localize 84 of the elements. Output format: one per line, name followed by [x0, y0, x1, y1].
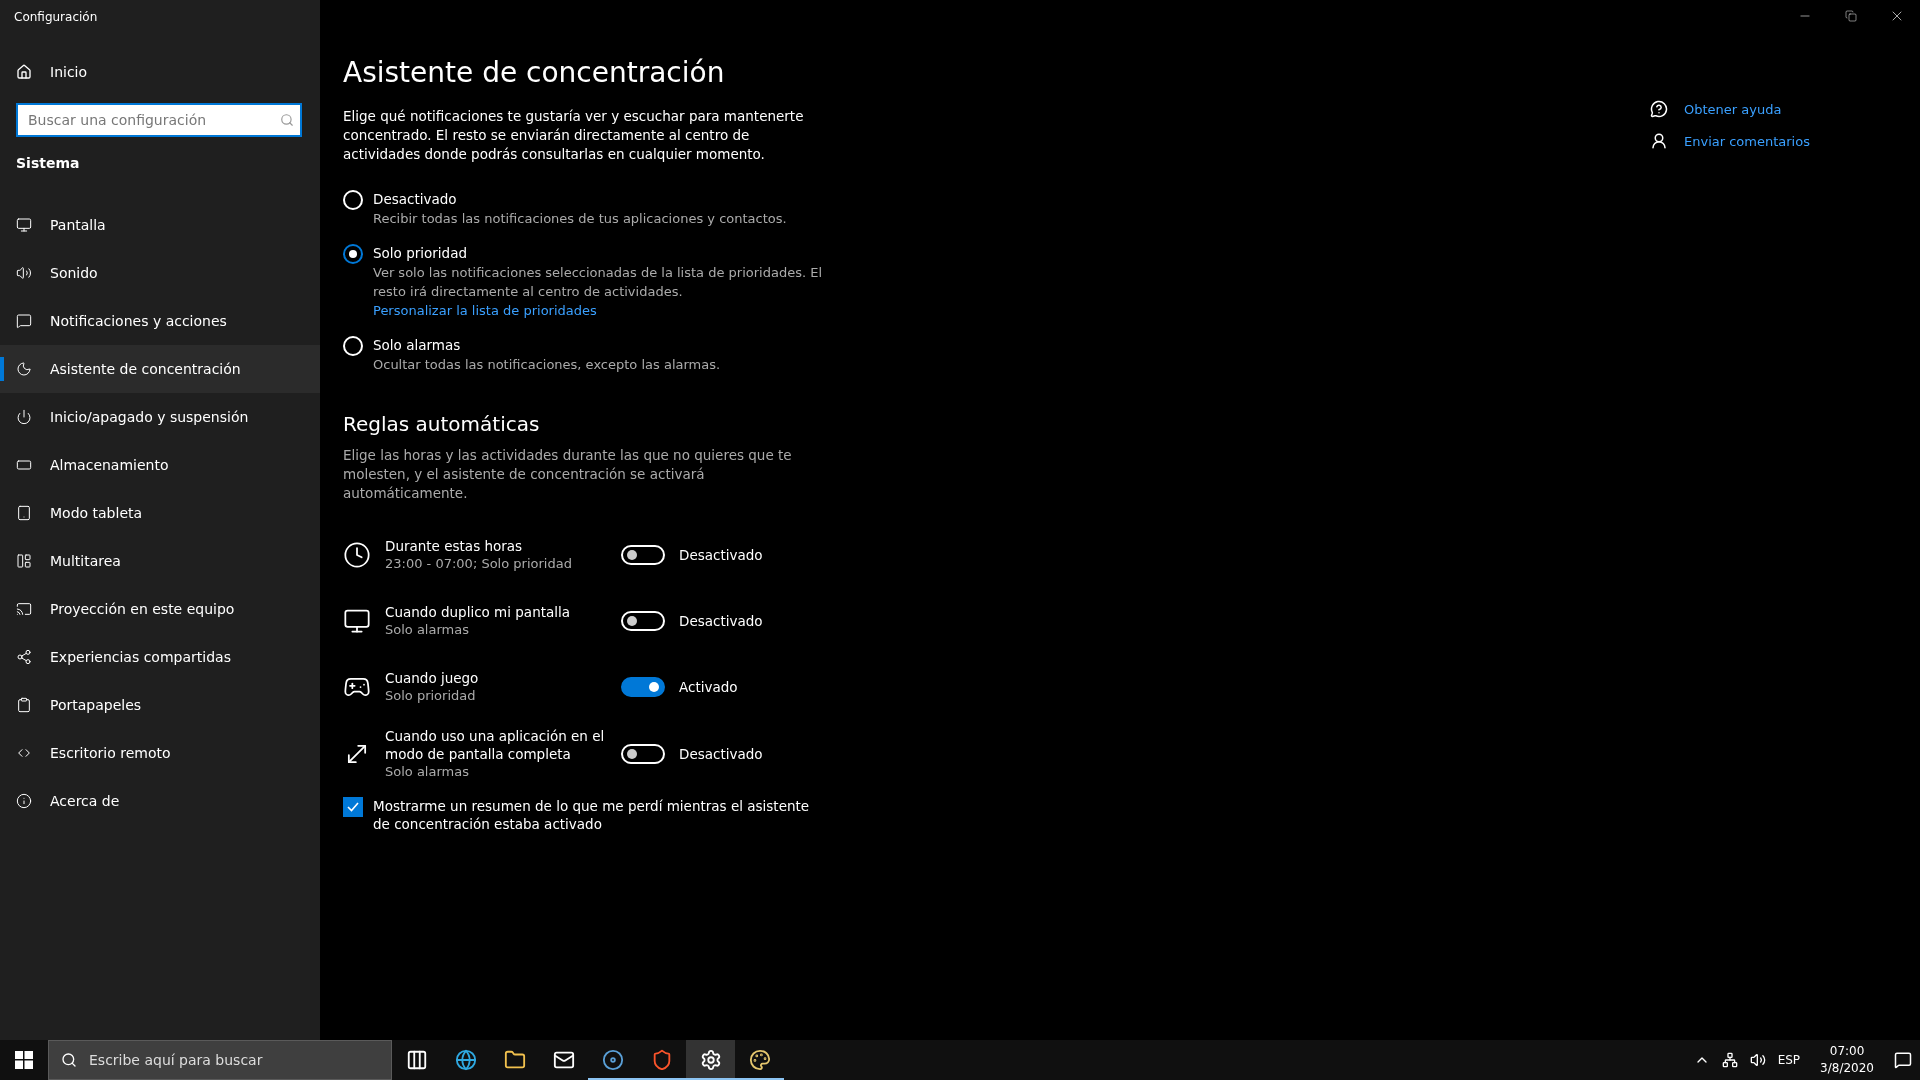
- help-link[interactable]: Obtener ayuda: [1684, 101, 1782, 117]
- globe-icon: [454, 1049, 477, 1071]
- help-link[interactable]: Enviar comentarios: [1684, 133, 1810, 149]
- monitor-icon: [16, 217, 32, 233]
- option-description: Ocultar todas las notificaciones, excepto las alarmas.: [373, 356, 721, 374]
- sidebar-item[interactable]: Proyección en este equipo: [0, 585, 320, 633]
- storage-bar-icon: [16, 457, 32, 473]
- taskbar-search-field[interactable]: Escribe aquí para buscar: [87, 1041, 379, 1079]
- clock-icon: [343, 541, 371, 569]
- moon-icon: [16, 361, 32, 377]
- page-title: Asistente de concentración: [343, 56, 726, 89]
- sidebar-item[interactable]: Sonido: [0, 249, 320, 297]
- section-heading: Sistema: [15, 154, 81, 173]
- taskbar-app-button[interactable]: [686, 1040, 735, 1080]
- windows-layout-icon: [16, 553, 32, 569]
- priority-list-link[interactable]: Personalizar la lista de prioridades: [373, 301, 823, 320]
- rule-title: Cuando duplico mi pantalla: [385, 603, 572, 621]
- home-nav-item[interactable]: Inicio: [0, 48, 320, 96]
- checkbox[interactable]: [343, 797, 363, 817]
- restore-icon: [1845, 10, 1857, 22]
- clock[interactable]: 07:00 3/8/2020: [1812, 1043, 1882, 1077]
- sidebar-item[interactable]: Portapapeles: [0, 681, 320, 729]
- toggle-state-label: Desactivado: [679, 547, 763, 563]
- taskbar-search-box[interactable]: Escribe aquí para buscar: [48, 1040, 392, 1080]
- envelope-icon: [552, 1049, 575, 1071]
- rule-title: Cuando juego: [385, 669, 480, 687]
- search-box[interactable]: Buscar una configuración: [16, 103, 302, 137]
- palette-icon: [748, 1049, 771, 1071]
- window-title: Configuración: [13, 9, 99, 26]
- rule-subtitle: 23:00 - 07:00; Solo prioridad: [385, 555, 573, 573]
- task-view-icon: [405, 1049, 428, 1071]
- speaker-icon[interactable]: [1749, 1052, 1766, 1068]
- projection-icon: [16, 601, 32, 617]
- sidebar-item[interactable]: Acerca de: [0, 777, 320, 825]
- gear-icon: [699, 1049, 722, 1071]
- toggle-state-label: Activado: [679, 679, 738, 695]
- folder-icon: [503, 1049, 526, 1071]
- rule-subtitle: Solo alarmas: [385, 763, 470, 781]
- page-description: Elige qué notificaciones te gustaría ver y escuchar para mantenerte concentrado. El resto se enviarán directamente al centro de actividades donde podrás consultarlas en cualquier momento.: [343, 107, 805, 164]
- sidebar-item[interactable]: Escritorio remoto: [0, 729, 320, 777]
- settings-search-field[interactable]: Buscar una configuración: [26, 105, 280, 135]
- sidebar-item[interactable]: Modo tableta: [0, 489, 320, 537]
- toggle-state-label: Desactivado: [679, 613, 763, 629]
- option-label: Solo prioridad: [373, 244, 468, 263]
- clipboard-icon: [16, 697, 32, 713]
- search-icon: [280, 113, 294, 127]
- power-icon: [16, 409, 32, 425]
- section-title: Reglas automáticas: [343, 412, 541, 436]
- network-icon[interactable]: [1721, 1052, 1738, 1068]
- notification-icon[interactable]: [1894, 1051, 1912, 1069]
- disc-icon: [601, 1049, 624, 1071]
- option-description: Ver solo las notificaciones seleccionadas de la lista de prioridades. El resto irá directamente al centro de actividades.: [373, 264, 823, 301]
- home-icon: [16, 64, 32, 80]
- monitor-icon: [343, 607, 371, 635]
- radio-button[interactable]: [343, 244, 363, 264]
- checkbox-label: Mostrarme un resumen de lo que me perdí mientras el asistente de concentración estaba activado: [373, 797, 811, 833]
- help-bubble-icon: [1650, 100, 1668, 118]
- section-description: Elige las horas y las actividades durante las que no quieres que te molesten, y el asistente de concentración se activará automáticamente.: [343, 446, 793, 503]
- language-indicator[interactable]: ESP: [1777, 1053, 1801, 1067]
- sidebar-item[interactable]: Pantalla: [0, 201, 320, 249]
- sidebar-item[interactable]: Notificaciones y acciones: [0, 297, 320, 345]
- person-icon: [1650, 132, 1668, 150]
- sidebar-item[interactable]: Experiencias compartidas: [0, 633, 320, 681]
- rule-subtitle: Solo prioridad: [385, 687, 477, 705]
- rule-title: Durante estas horas: [385, 537, 524, 555]
- rule-title: Cuando uso una aplicación en el modo de pantalla completa: [385, 727, 606, 763]
- rule-subtitle: Solo alarmas: [385, 621, 470, 639]
- tablet-icon: [16, 505, 32, 521]
- sidebar-item[interactable]: Multitarea: [0, 537, 320, 585]
- option-label: Solo alarmas: [373, 336, 462, 355]
- option-description: Recibir todas las notificaciones de tus aplicaciones y contactos.: [373, 210, 787, 228]
- sidebar-item[interactable]: Asistente de concentración: [0, 345, 320, 393]
- sidebar-item[interactable]: Almacenamiento: [0, 441, 320, 489]
- toggle-switch[interactable]: [621, 677, 665, 697]
- sidebar-item[interactable]: Inicio/apagado y suspensión: [0, 393, 320, 441]
- four-squares-icon: [15, 1051, 33, 1069]
- toggle-state-label: Desactivado: [679, 746, 763, 762]
- checkmark-icon: [346, 800, 360, 814]
- search-icon: [61, 1052, 77, 1068]
- speech-bubble-icon: [16, 313, 32, 329]
- info-icon: [16, 793, 32, 809]
- nodes-icon: [16, 649, 32, 665]
- option-label: Desactivado: [373, 190, 458, 209]
- speaker-icon: [16, 265, 32, 281]
